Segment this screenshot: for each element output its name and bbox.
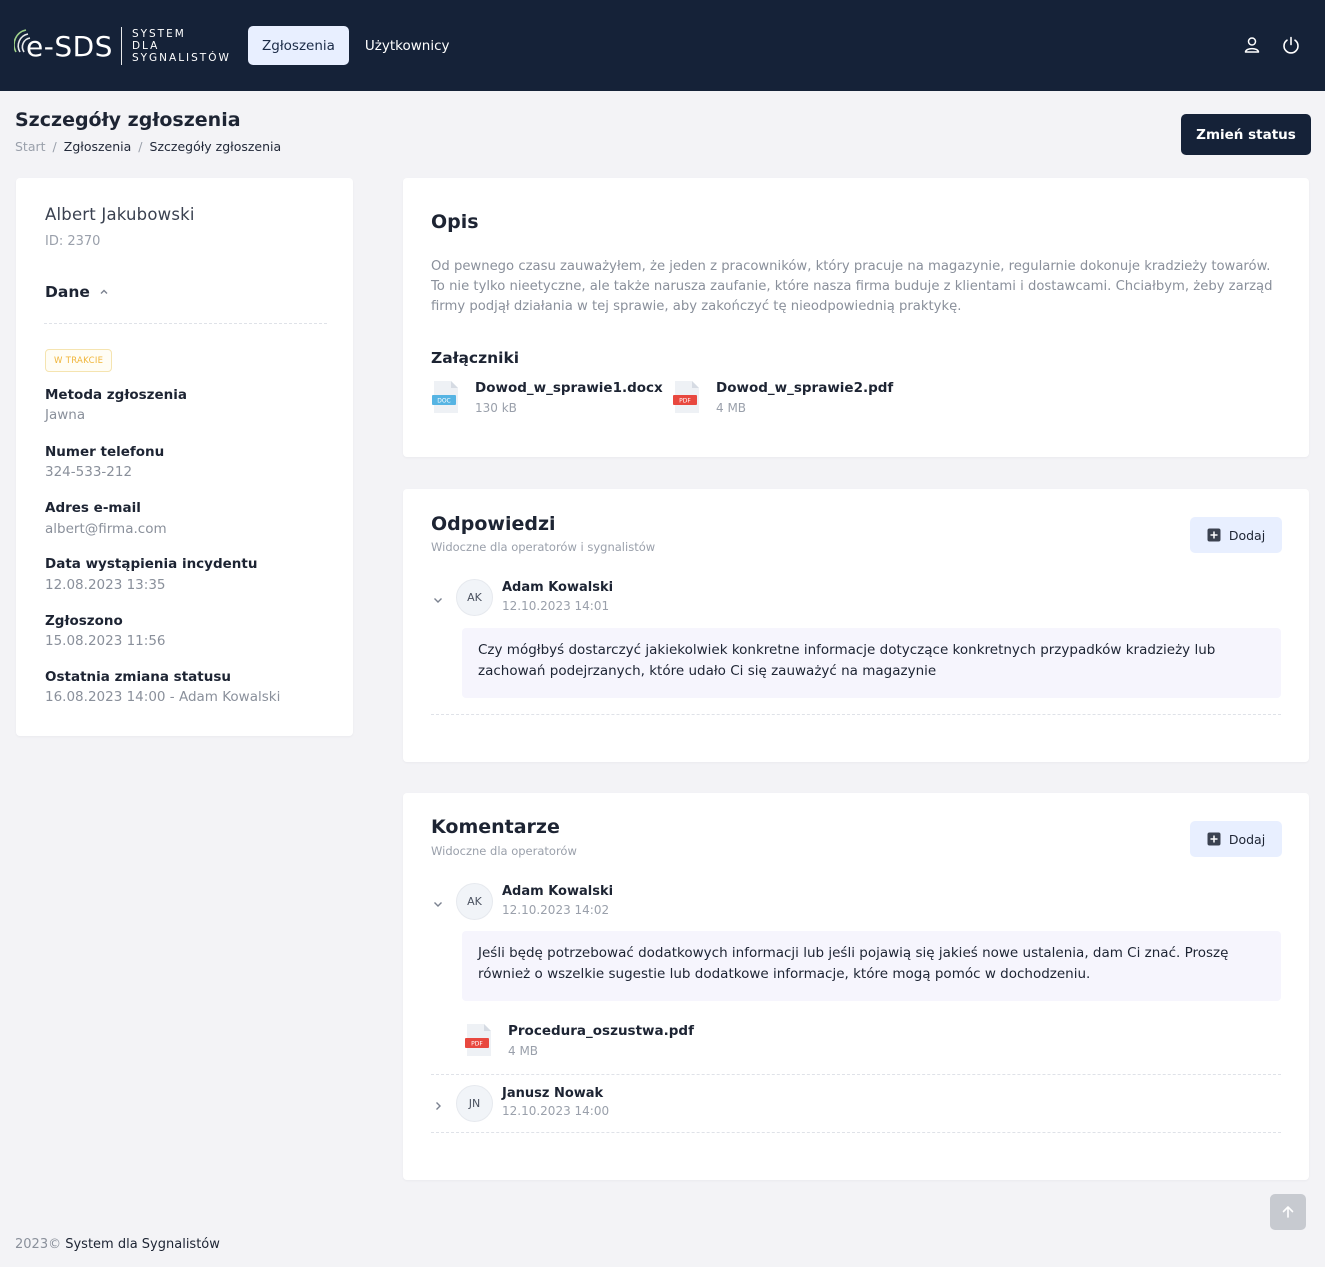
main-nav: Zgłoszenia Użytkownicy (248, 26, 464, 65)
logo-sub-line: DLA (131, 40, 160, 52)
arrow-up-icon (1282, 1206, 1294, 1218)
logo-divider (120, 27, 122, 65)
response-date: 12.10.2023 14:01 (502, 599, 610, 613)
field-value: 324-533-212 (45, 464, 133, 480)
footer: 2023© System dla Sygnalistów (15, 1237, 220, 1252)
breadcrumb-zgloszenia[interactable]: Zgłoszenia (64, 139, 132, 154)
svg-text:PDF: PDF (471, 1041, 483, 1048)
comment-message: Jeśli będę potrzebować dodatkowych infor… (462, 931, 1281, 1001)
attachment-size: 4 MB (716, 401, 747, 415)
reporter-id: ID: 2370 (45, 234, 101, 249)
attachments-title: Załączniki (431, 349, 520, 367)
chevron-down-icon[interactable] (432, 895, 444, 907)
attachment-item[interactable]: PDF Dowod_w_sprawie2.pdf 4 MB (672, 380, 893, 415)
attachment-size: 4 MB (508, 1044, 539, 1058)
footer-year: 2023© (15, 1237, 62, 1252)
power-icon[interactable] (1281, 35, 1301, 55)
svg-text:DOC: DOC (437, 398, 451, 405)
footer-text: System dla Sygnalistów (65, 1237, 220, 1252)
plus-square-icon (1207, 832, 1221, 846)
breadcrumb-start[interactable]: Start (15, 139, 46, 154)
comments-subtitle: Widoczne dla operatorów (431, 844, 577, 858)
description-text: Od pewnego czasu zauważyłem, że jeden z … (431, 259, 1273, 314)
attachment-name: Procedura_oszustwa.pdf (508, 1023, 694, 1039)
field-value: albert@firma.com (45, 521, 167, 537)
comments-title: Komentarze (431, 816, 560, 838)
avatar: AK (456, 883, 493, 920)
comment-attachment[interactable]: PDF Procedura_oszustwa.pdf 4 MB (464, 1023, 694, 1058)
field-value: 12.08.2023 13:35 (45, 577, 166, 593)
divider (44, 323, 327, 324)
signal-waves-icon (14, 29, 31, 53)
avatar: JN (456, 1085, 493, 1122)
top-navbar: e-SDS SYSTEM DLA SYGNALISTÓW Zgłoszenia … (0, 0, 1325, 91)
field-value: 16.08.2023 14:00 - Adam Kowalski (45, 689, 281, 705)
logo-sub-line: SYGNALISTÓW (131, 52, 231, 64)
responses-subtitle: Widoczne dla operatorów i sygnalistów (431, 540, 656, 554)
attachment-name: Dowod_w_sprawie1.docx (475, 380, 663, 396)
status-badge: W TRAKCIE (45, 349, 113, 372)
pdf-file-icon: PDF (672, 380, 702, 414)
logo-subtitle: SYSTEM DLA SYGNALISTÓW (132, 28, 231, 64)
dane-section-title: Dane (45, 283, 90, 301)
add-response-label: Dodaj (1228, 527, 1266, 543)
field-label: Numer telefonu (45, 444, 165, 460)
attachment-item[interactable]: DOC Dowod_w_sprawie1.docx 130 kB (431, 380, 663, 415)
response-author: Adam Kowalski (502, 580, 614, 595)
page-title: Szczegóły zgłoszenia (15, 109, 241, 131)
field-label: Data wystąpienia incydentu (45, 556, 258, 572)
field-label: Zgłoszono (45, 613, 123, 629)
comments-card: Komentarze Widoczne dla operatorów Dodaj… (403, 793, 1309, 1180)
logo[interactable]: e-SDS SYSTEM DLA SYGNALISTÓW (14, 24, 231, 68)
attachment-name: Dowod_w_sprawie2.pdf (716, 380, 894, 396)
add-comment-button[interactable]: Dodaj (1190, 821, 1282, 857)
divider (431, 1132, 1281, 1133)
user-icon[interactable] (1242, 35, 1262, 55)
plus-square-icon (1207, 528, 1221, 542)
nav-item-uzytkownicy[interactable]: Użytkownicy (351, 26, 464, 65)
add-response-button[interactable]: Dodaj (1190, 517, 1282, 553)
doc-file-icon: DOC (431, 380, 461, 414)
pdf-file-icon: PDF (464, 1023, 494, 1057)
reporter-name: Albert Jakubowski (45, 205, 195, 224)
field-label: Ostatnia zmiana statusu (45, 669, 231, 685)
comment-author: Adam Kowalski (502, 884, 614, 899)
logo-sub-line: SYSTEM (131, 28, 186, 40)
response-message: Czy mógłbyś dostarczyć jakiekolwiek konk… (462, 628, 1281, 698)
scroll-to-top-button[interactable] (1270, 1194, 1306, 1230)
divider (431, 1074, 1281, 1075)
dane-section-toggle[interactable]: Dane (45, 283, 110, 301)
field-label: Adres e-mail (45, 500, 141, 516)
attachment-size: 130 kB (475, 401, 517, 415)
chevron-down-icon[interactable] (432, 591, 444, 603)
reporter-card: Albert Jakubowski ID: 2370 Dane W TRAKCI… (16, 178, 353, 736)
comment-date: 12.10.2023 14:00 (502, 1104, 610, 1118)
field-label: Metoda zgłoszenia (45, 387, 187, 403)
comment-date: 12.10.2023 14:02 (502, 903, 610, 917)
description-title: Opis (431, 211, 479, 233)
svg-text:PDF: PDF (679, 398, 691, 405)
breadcrumb-separator: / (52, 139, 57, 154)
field-value: Jawna (45, 407, 86, 423)
change-status-button[interactable]: Zmień status (1181, 114, 1311, 155)
chevron-right-icon[interactable] (432, 1097, 444, 1110)
divider (431, 714, 1281, 715)
field-value: 15.08.2023 11:56 (45, 633, 166, 649)
breadcrumb-current: Szczegóły zgłoszenia (149, 139, 282, 154)
breadcrumb-separator: / (138, 139, 143, 154)
chevron-up-icon (100, 289, 108, 294)
add-comment-label: Dodaj (1228, 831, 1266, 847)
breadcrumb: Start / Zgłoszenia / Szczegóły zgłoszeni… (15, 139, 281, 154)
responses-card: Odpowiedzi Widoczne dla operatorów i syg… (403, 489, 1309, 762)
logo-text: e-SDS (26, 29, 113, 63)
avatar: AK (456, 579, 493, 616)
nav-item-zgloszenia[interactable]: Zgłoszenia (248, 26, 349, 65)
description-card: Opis Od pewnego czasu zauważyłem, że jed… (403, 178, 1309, 457)
comment-author: Janusz Nowak (502, 1086, 604, 1101)
responses-title: Odpowiedzi (431, 513, 556, 535)
